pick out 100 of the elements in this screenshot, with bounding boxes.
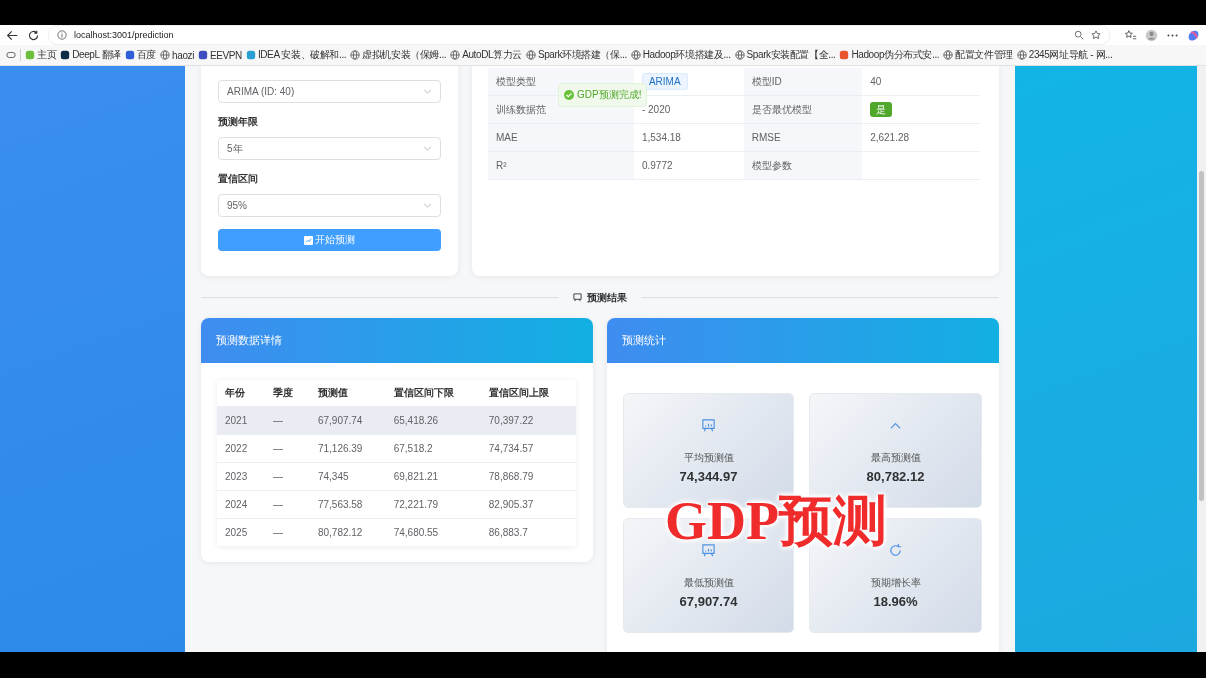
site-icon — [124, 50, 135, 60]
bookmark[interactable]: Spark安装配置【全... — [734, 48, 836, 62]
table-row[interactable]: 2024 — 77,563.58 72,221.79 82,905.37 — [217, 490, 576, 519]
bookmark[interactable]: Hadoop伪分布式安... — [839, 48, 940, 62]
label-cell: MAE — [488, 123, 634, 152]
stat-label: 最低预测值 — [683, 575, 734, 590]
table-cell: — — [264, 406, 310, 435]
table-cell: 77,563.58 — [309, 490, 386, 519]
globe-icon — [734, 50, 745, 60]
table-row[interactable]: 2022 — 71,126.39 67,518.2 74,734.57 — [217, 434, 576, 463]
copilot-icon[interactable] — [1187, 28, 1200, 42]
table-row[interactable]: 2023 — 74,345 69,821.21 78,868.79 — [217, 462, 576, 491]
stat-value: 80,782.12 — [866, 468, 925, 484]
table-cell: 80,782.12 — [309, 518, 386, 546]
url-text: localhost:3001/prediction — [74, 30, 174, 40]
table-cell: 70,397.22 — [480, 406, 576, 435]
globe-icon — [630, 50, 641, 60]
bookmark[interactable]: DeepL 翻译 — [60, 48, 121, 62]
bookmark[interactable]: haozi — [160, 49, 194, 61]
presentation-board-icon — [701, 417, 716, 433]
table-row[interactable]: 2021 — 67,907.74 65,418.26 70,397.22 — [217, 406, 576, 435]
table-cell: — — [264, 518, 310, 546]
table-cell: 71,126.39 — [309, 434, 386, 463]
label-cell: 模型ID — [743, 68, 863, 96]
table-cell: 78,868.79 — [480, 462, 576, 491]
select-field[interactable]: 95% — [218, 194, 441, 217]
globe-icon — [1016, 50, 1027, 60]
column-header: 置信区间下限 — [385, 380, 481, 407]
star-icon[interactable] — [1091, 30, 1101, 40]
chevron-down-icon — [423, 203, 432, 208]
select-field[interactable]: 5年 — [218, 137, 441, 160]
chart-icon — [304, 235, 313, 245]
table-cell: 69,821.21 — [385, 462, 481, 491]
board-icon — [573, 293, 582, 302]
bookmark[interactable]: 2345网址导航 - 网... — [1016, 48, 1113, 62]
back-icon[interactable] — [6, 28, 19, 42]
stat-value: 67,907.74 — [679, 593, 738, 609]
table-cell: 86,883.7 — [480, 518, 576, 546]
table-cell: 74,680.55 — [385, 518, 481, 546]
globe-icon — [943, 50, 954, 60]
globe-icon — [450, 50, 461, 60]
chevron-down-icon — [423, 89, 432, 94]
zoom-icon[interactable] — [1074, 30, 1084, 40]
table-cell: — — [264, 434, 310, 463]
table-cell: 2023 — [217, 462, 265, 491]
field-label: 预测年限 — [218, 115, 259, 129]
globe-icon — [350, 50, 361, 60]
bookmark[interactable]: 百度 — [124, 48, 157, 62]
stat-label: 最高预测值 — [870, 450, 921, 465]
column-header: 预测值 — [309, 380, 386, 407]
address-bar[interactable]: localhost:3001/prediction — [48, 25, 1110, 45]
bookmark[interactable]: Spark环境搭建（保... — [525, 48, 627, 62]
bookmark[interactable]: 虚拟机安装（保姆... — [350, 48, 447, 62]
bookmark[interactable]: Hadoop环境搭建及... — [630, 48, 731, 62]
status-tag: 是 — [870, 101, 893, 117]
card-title: 预测统计 — [622, 333, 666, 348]
column-header: 年份 — [217, 380, 265, 407]
bookmark[interactable]: 主页 — [25, 48, 57, 62]
select-field[interactable]: ARIMA (ID: 40) — [218, 80, 441, 103]
profile-icon[interactable] — [1145, 28, 1158, 42]
scrollbar[interactable] — [1197, 66, 1206, 652]
label-cell: RMSE — [743, 123, 863, 152]
field-label: 置信区间 — [218, 172, 259, 186]
info-icon[interactable] — [57, 30, 67, 40]
stat-value: 74,344.97 — [679, 468, 738, 484]
bookmark[interactable]: 配置文件管理 — [943, 48, 1013, 62]
stat-value: 18.96% — [873, 593, 918, 609]
value-cell: 1,534.18 — [633, 123, 744, 152]
bookmark[interactable]: EEVPN — [198, 49, 242, 61]
table-cell: 74,734.57 — [480, 434, 576, 463]
table-cell: 2024 — [217, 490, 265, 519]
table-cell: 2025 — [217, 518, 265, 546]
column-header: 季度 — [264, 380, 310, 407]
table-cell: 82,905.37 — [480, 490, 576, 519]
site-icon — [245, 50, 256, 60]
section-title: 预测结果 — [587, 290, 627, 305]
stat-label: 预期增长率 — [870, 575, 921, 590]
table-cell: 72,221.79 — [385, 490, 481, 519]
table-cell: 65,418.26 — [385, 406, 481, 435]
scroll-thumb[interactable] — [1199, 171, 1204, 501]
table-cell: 67,518.2 — [385, 434, 481, 463]
value-cell: 40 — [862, 68, 980, 96]
value-cell: 2,621.28 — [862, 123, 980, 152]
refresh-icon — [888, 542, 903, 558]
overlay-title: GDP预测 — [665, 494, 887, 548]
column-header: 置信区间上限 — [480, 380, 576, 407]
table-row[interactable]: 2025 — 80,782.12 74,680.55 86,883.7 — [217, 518, 576, 546]
site-icon — [25, 50, 35, 60]
table-cell: 2022 — [217, 434, 265, 463]
collections-icon[interactable] — [6, 50, 16, 60]
stat-label: 平均预测值 — [683, 450, 734, 465]
favorites-icon[interactable] — [1124, 28, 1137, 42]
bookmark[interactable]: IDEA 安装、破解和... — [245, 48, 347, 62]
site-icon — [60, 50, 71, 60]
table-cell: 2021 — [217, 406, 265, 435]
chevron-down-icon — [423, 146, 432, 151]
reload-icon[interactable] — [27, 28, 40, 42]
bookmark[interactable]: AutoDL算力云 — [450, 48, 522, 62]
model-tag: ARIMA — [641, 73, 688, 90]
table-cell: 74,345 — [309, 462, 386, 491]
